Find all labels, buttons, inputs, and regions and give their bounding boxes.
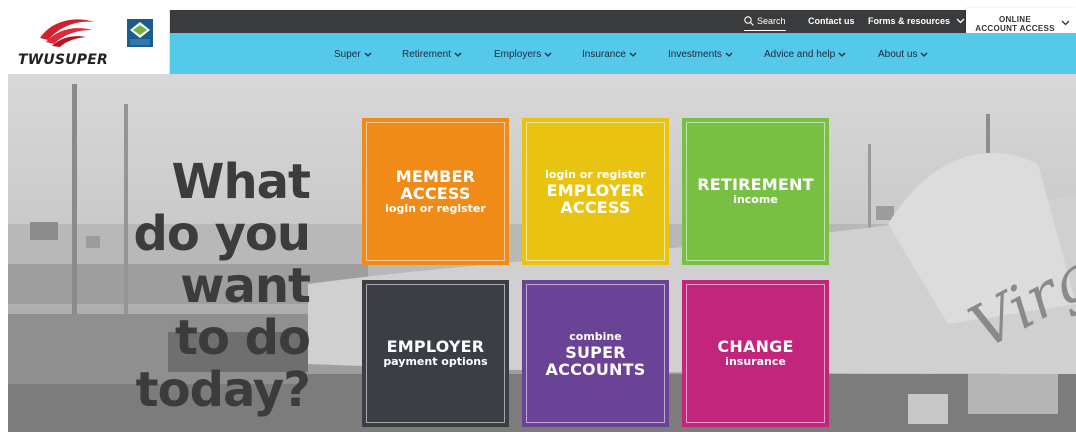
nav-item-label: Employers xyxy=(494,49,542,60)
nav-item-about-us[interactable]: About us xyxy=(878,33,928,74)
tile-title: ACCESS xyxy=(400,183,471,203)
nav-item-insurance[interactable]: Insurance xyxy=(582,33,637,74)
online-access-line1: ONLINE xyxy=(998,15,1032,24)
main-navigation: Super Retirement Employers Insurance Inv… xyxy=(170,33,1076,74)
tile-title: EMPLOYER xyxy=(546,180,645,200)
search-icon xyxy=(744,16,754,26)
utility-bar: Search Contact us Forms & resources xyxy=(170,10,966,33)
headline-line: want xyxy=(180,258,311,314)
tile-subtitle: login or register xyxy=(545,167,646,181)
hero-headline: What do you want to do today? xyxy=(133,154,311,418)
chevron-down-icon xyxy=(838,52,846,57)
combine-super-accounts-tile[interactable]: combine SUPER ACCOUNTS xyxy=(522,280,669,427)
tile-title: ACCOUNTS xyxy=(545,359,646,379)
tile-title: MEMBER xyxy=(395,166,476,186)
tile-subtitle: payment options xyxy=(383,355,488,368)
nav-item-label: Retirement xyxy=(402,49,451,60)
change-insurance-tile[interactable]: CHANGE insurance xyxy=(682,280,829,427)
nav-item-retirement[interactable]: Retirement xyxy=(402,33,462,74)
headline-line: to do xyxy=(175,310,311,366)
chevron-down-icon xyxy=(364,52,372,57)
tile-title: SUPER xyxy=(565,342,626,362)
online-account-access-label: ONLINE ACCOUNT ACCESS xyxy=(972,15,1058,33)
headline-line: today? xyxy=(135,362,311,418)
logo-text: TWUSUPER xyxy=(18,52,109,68)
nav-item-label: Insurance xyxy=(582,49,626,60)
search-link[interactable]: Search xyxy=(744,11,786,31)
site-logo[interactable]: TWUSUPER xyxy=(8,10,170,74)
twusuper-swoosh-icon xyxy=(40,19,94,47)
online-access-line2: ACCOUNT ACCESS xyxy=(975,24,1055,33)
nav-item-employers[interactable]: Employers xyxy=(494,33,552,74)
chevron-down-icon xyxy=(544,52,552,57)
tile-subtitle: income xyxy=(733,193,778,206)
chevron-down-icon xyxy=(956,18,965,24)
tile-subtitle: insurance xyxy=(725,355,786,368)
tile-title: EMPLOYER xyxy=(386,337,485,356)
nav-item-super[interactable]: Super xyxy=(334,33,372,74)
award-seal-icon xyxy=(127,19,153,47)
chevron-down-icon xyxy=(725,52,733,57)
chevron-down-icon xyxy=(921,52,928,57)
contact-us-link[interactable]: Contact us xyxy=(808,10,855,33)
nav-item-label: About us xyxy=(878,49,918,60)
chevron-down-icon xyxy=(629,52,637,57)
employer-payment-options-tile[interactable]: EMPLOYER payment options xyxy=(362,280,509,427)
retirement-income-tile[interactable]: RETIREMENT income xyxy=(682,118,829,265)
chevron-down-icon xyxy=(454,52,462,57)
tile-title: CHANGE xyxy=(717,337,794,356)
nav-item-label: Super xyxy=(334,49,361,60)
forms-resources-menu[interactable]: Forms & resources xyxy=(868,10,965,33)
nav-item-investments[interactable]: Investments xyxy=(668,33,733,74)
nav-item-advice-and-help[interactable]: Advice and help xyxy=(764,33,846,74)
forms-resources-label: Forms & resources xyxy=(868,16,951,26)
employer-access-tile[interactable]: login or register EMPLOYER ACCESS xyxy=(522,118,669,265)
member-access-tile[interactable]: MEMBER ACCESS login or register xyxy=(362,118,509,265)
search-label: Search xyxy=(757,16,786,26)
nav-item-label: Investments xyxy=(668,49,722,60)
headline-line: What xyxy=(171,154,311,210)
chevron-down-icon xyxy=(1061,20,1070,26)
headline-line: do you xyxy=(133,206,311,262)
tile-subtitle: login or register xyxy=(385,201,486,215)
tile-title: RETIREMENT xyxy=(697,175,814,194)
tile-title: ACCESS xyxy=(560,197,631,217)
nav-item-label: Advice and help xyxy=(764,49,836,60)
tile-subtitle: combine xyxy=(569,329,622,343)
